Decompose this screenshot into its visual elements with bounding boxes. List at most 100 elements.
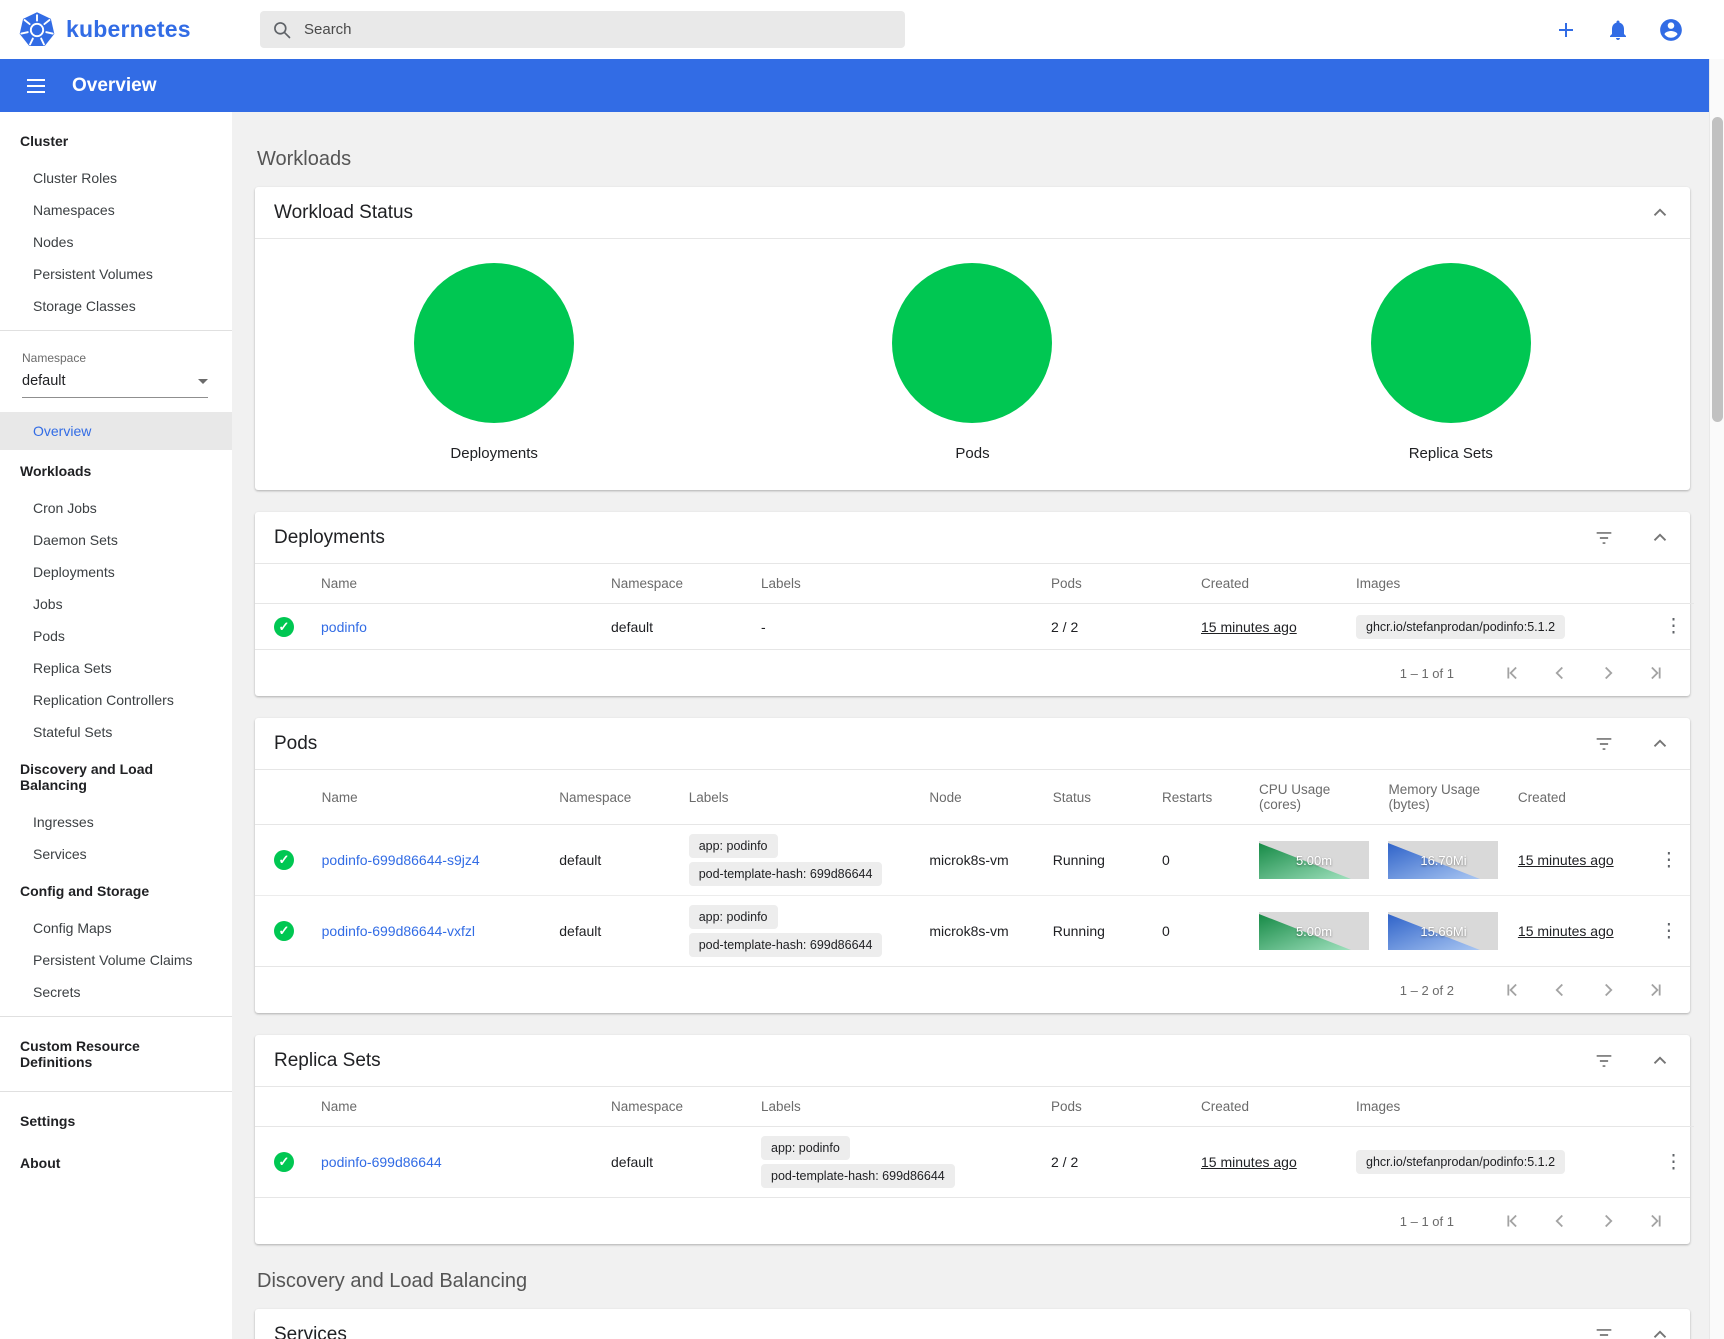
first-page-button[interactable] [1499,977,1525,1003]
row-menu-button[interactable]: ⋮ [1656,1149,1691,1176]
status-ok-icon: ✓ [274,921,294,941]
column-header: CPU Usage (cores) [1249,770,1378,825]
sidebar-item-replication-controllers[interactable]: Replication Controllers [0,684,232,716]
chart-label: Pods [955,445,989,462]
row-menu-button[interactable]: ⋮ [1651,847,1686,874]
column-header: Pods [1041,1087,1191,1127]
sidebar-item-persistent-volumes[interactable]: Persistent Volumes [0,258,232,290]
pod-link[interactable]: podinfo-699d86644-vxfzl [322,923,475,939]
next-page-button[interactable] [1595,660,1621,686]
chevron-up-icon [1649,1050,1671,1072]
sidebar-item-pods[interactable]: Pods [0,620,232,652]
collapse-card-button[interactable] [1649,733,1671,755]
sidebar-item-persistent-volume-claims[interactable]: Persistent Volume Claims [0,944,232,976]
sidebar-section-workloads[interactable]: Workloads [0,450,232,492]
previous-page-button[interactable] [1547,1208,1573,1234]
sidebar-section-discovery[interactable]: Discovery and Load Balancing [0,748,232,806]
label-chip: pod-template-hash: 699d86644 [689,862,883,886]
sidebar-item-about[interactable]: About [0,1142,232,1184]
filter-button[interactable] [1593,733,1615,755]
section-title-workloads: Workloads [257,148,1690,171]
next-page-button[interactable] [1595,1208,1621,1234]
sidebar-item-deployments[interactable]: Deployments [0,556,232,588]
collapse-card-button[interactable] [1649,202,1671,224]
replica-sets-status-chart: Replica Sets [1212,263,1690,462]
column-header: Memory Usage (bytes) [1378,770,1507,825]
replica-set-link[interactable]: podinfo-699d86644 [321,1154,442,1170]
table-row: ✓ podinfo-699d86644-vxfzl default app: p… [255,896,1690,967]
sidebar-item-settings[interactable]: Settings [0,1100,232,1142]
create-resource-button[interactable] [1554,18,1578,42]
cell-namespace: default [549,896,678,967]
search-input[interactable] [302,20,893,39]
column-header: Created [1191,1087,1346,1127]
column-header: Labels [751,564,1041,604]
column-header-status [255,564,311,604]
vertical-scrollbar[interactable] [1709,59,1724,1339]
sidebar-section-cluster[interactable]: Cluster [0,120,232,162]
previous-page-button[interactable] [1547,977,1573,1003]
column-header-actions [1641,770,1690,825]
sidebar-item-storage-classes[interactable]: Storage Classes [0,290,232,322]
first-page-button[interactable] [1499,660,1525,686]
table-row: ✓ podinfo default - 2 / 2 15 minutes ago… [255,604,1694,650]
pod-link[interactable]: podinfo-699d86644-s9jz4 [322,852,480,868]
column-header: Namespace [601,564,751,604]
collapse-card-button[interactable] [1649,527,1671,549]
sidebar-item-nodes[interactable]: Nodes [0,226,232,258]
next-page-button[interactable] [1595,977,1621,1003]
filter-button[interactable] [1593,527,1615,549]
deployment-link[interactable]: podinfo [321,619,367,635]
column-header: Node [919,770,1042,825]
app-header: Overview [0,59,1724,112]
replica-sets-card: Replica Sets Name Namespace Labels Pods … [255,1035,1690,1244]
kubernetes-home-link[interactable]: kubernetes [0,11,232,49]
cell-created: 15 minutes ago [1201,1154,1297,1170]
column-header: Status [1043,770,1152,825]
search-bar[interactable] [260,11,905,48]
search-icon [272,20,292,40]
row-menu-button[interactable]: ⋮ [1656,613,1691,640]
chevron-left-icon [1549,979,1571,1001]
namespace-label: Namespace [0,339,232,371]
filter-button[interactable] [1593,1050,1615,1072]
sidebar-item-overview[interactable]: Overview [0,412,232,450]
paginator: 1 – 1 of 1 [255,649,1690,696]
sidebar-item-secrets[interactable]: Secrets [0,976,232,1008]
first-page-button[interactable] [1499,1208,1525,1234]
label-chip: pod-template-hash: 699d86644 [761,1164,955,1188]
sidebar-section-config[interactable]: Config and Storage [0,870,232,912]
sidebar-item-config-maps[interactable]: Config Maps [0,912,232,944]
sidebar-item-ingresses[interactable]: Ingresses [0,806,232,838]
cell-restarts: 0 [1152,896,1249,967]
sidebar-item-daemon-sets[interactable]: Daemon Sets [0,524,232,556]
column-header-actions [1646,564,1694,604]
notifications-button[interactable] [1606,18,1630,42]
paginator: 1 – 1 of 1 [255,1197,1690,1244]
sidebar-item-stateful-sets[interactable]: Stateful Sets [0,716,232,748]
previous-page-button[interactable] [1547,660,1573,686]
sidebar-item-cluster-roles[interactable]: Cluster Roles [0,162,232,194]
sidebar-item-jobs[interactable]: Jobs [0,588,232,620]
row-menu-button[interactable]: ⋮ [1651,918,1686,945]
scrollbar-thumb[interactable] [1712,117,1723,422]
column-header: Created [1508,770,1641,825]
namespace-select[interactable]: default [22,373,208,398]
column-header: Labels [751,1087,1041,1127]
collapse-card-button[interactable] [1649,1324,1671,1339]
collapse-card-button[interactable] [1649,1050,1671,1072]
column-header: Name [312,770,550,825]
sidebar-item-cron-jobs[interactable]: Cron Jobs [0,492,232,524]
user-menu-button[interactable] [1658,17,1684,43]
menu-button[interactable] [24,74,48,98]
column-header: Namespace [601,1087,751,1127]
first-page-icon [1501,662,1523,684]
sidebar-item-services[interactable]: Services [0,838,232,870]
filter-button[interactable] [1593,1324,1615,1339]
last-page-button[interactable] [1643,977,1669,1003]
last-page-button[interactable] [1643,660,1669,686]
sidebar-item-namespaces[interactable]: Namespaces [0,194,232,226]
sidebar-item-replica-sets[interactable]: Replica Sets [0,652,232,684]
sidebar-item-custom-resource-definitions[interactable]: Custom Resource Definitions [0,1025,232,1083]
last-page-button[interactable] [1643,1208,1669,1234]
